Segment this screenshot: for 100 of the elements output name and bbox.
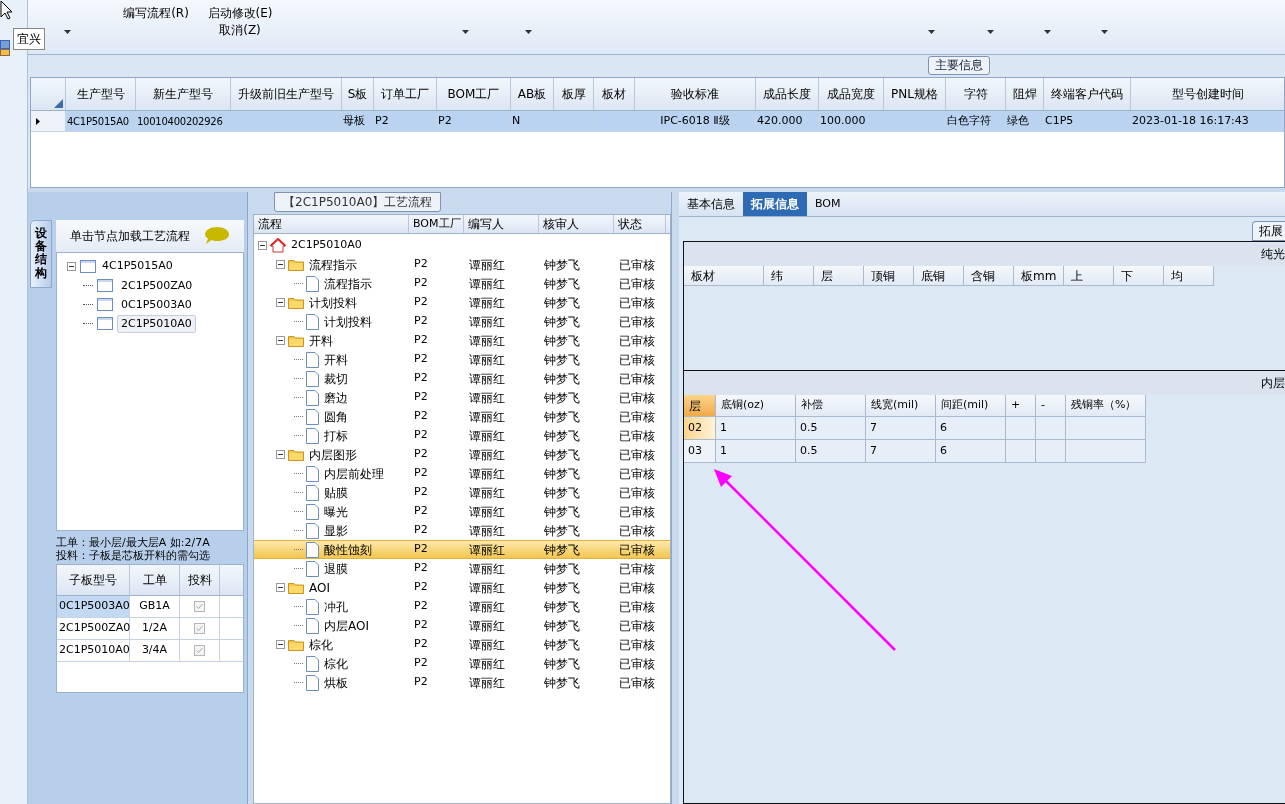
tree-row[interactable]: 贴膜 P2 谭丽红 钟梦飞 已审核 [254,483,670,502]
column-header[interactable]: 生产型号 [66,78,136,110]
tree-row[interactable]: 计划投料 P2 谭丽红 钟梦飞 已审核 [254,312,670,331]
row-header[interactable]: 03 [684,440,716,463]
tab[interactable]: BOM [807,192,849,216]
tree-row[interactable]: 裁切 P2 谭丽红 钟梦飞 已审核 [254,369,670,388]
tree-row[interactable]: 开料 P2 谭丽红 钟梦飞 已审核 [254,350,670,369]
column-header[interactable]: 补偿 [796,395,866,417]
column-header[interactable]: 线宽(mil) [866,395,936,417]
column-header[interactable]: 层 [814,266,864,286]
table-cell[interactable]: 0C1P5003A0 [57,596,130,617]
column-header[interactable]: 子板型号 [57,565,130,595]
tree-row[interactable]: 打标 P2 谭丽红 钟梦飞 已审核 [254,426,670,445]
column-header[interactable]: 成品长度 [756,78,819,110]
column-header[interactable]: 上 [1064,266,1114,286]
collapse-icon[interactable] [276,336,285,345]
table-row[interactable]: 4C1P5015A0 10010400202926 母板 P2 P2 N IPC-6018 Ⅱ级 420.000 100.000 白色字符 绿色 C1P5 2023-01-18 16:17:43 [31,111,1284,132]
column-header[interactable]: + [1006,395,1036,417]
column-header[interactable]: 成品宽度 [819,78,884,110]
column-header[interactable]: 新生产型号 [136,78,231,110]
tree-row[interactable]: 曝光 P2 谭丽红 钟梦飞 已审核 [254,502,670,521]
collapse-icon[interactable] [276,260,285,269]
tree-row[interactable]: 计划投料 P2 谭丽红 钟梦飞 已审核 [254,293,670,312]
column-header[interactable]: BOM工厂 [437,78,511,110]
column-header[interactable]: 纬 [764,266,814,286]
table-cell[interactable]: 2C1P5010A0 [57,640,130,661]
table-cell: 已审核 [619,466,655,481]
column-header[interactable]: 编写人 [464,215,539,233]
column-header[interactable]: 字符 [946,78,1006,110]
tree-node[interactable]: 0C1P5003A0 [117,295,196,314]
column-header[interactable]: 订单工厂 [374,78,437,110]
column-header[interactable]: 型号创建时间 [1131,78,1285,110]
column-header[interactable]: PNL规格 [884,78,946,110]
column-header[interactable]: 间距(mil) [936,395,1006,417]
tree-node-label: 曝光 [324,503,348,521]
tree-row[interactable]: 内层前处理 P2 谭丽红 钟梦飞 已审核 [254,464,670,483]
column-header[interactable]: 状态 [614,215,666,233]
tree-node[interactable]: 4C1P5015A0 [100,258,175,275]
column-header[interactable]: 阻焊 [1006,78,1044,110]
column-header[interactable]: 残铜率（%） [1066,395,1146,417]
column-header[interactable]: 板mm [1014,266,1064,286]
tree-row[interactable]: 棕化 P2 谭丽红 钟梦飞 已审核 [254,654,670,673]
table-cell: 6 [936,417,1006,440]
column-header[interactable]: 层 [684,395,716,417]
tree-row[interactable]: 退膜 P2 谭丽红 钟梦飞 已审核 [254,559,670,578]
column-header[interactable]: 底铜 [914,266,964,286]
column-header[interactable]: AB板 [511,78,554,110]
tree-row[interactable]: 棕化 P2 谭丽红 钟梦飞 已审核 [254,635,670,654]
toolbar-button[interactable]: 启动修改(E) 取消(Z) [198,0,282,40]
collapse-icon[interactable] [276,640,285,649]
tree-row[interactable]: 圆角 P2 谭丽红 钟梦飞 已审核 [254,407,670,426]
column-header[interactable]: 含铜 [964,266,1014,286]
column-header[interactable]: - [1036,395,1066,417]
collapse-icon[interactable] [67,262,76,271]
collapse-icon[interactable] [276,450,285,459]
tree-node[interactable]: 2C1P500ZA0 [117,276,197,295]
tree-row[interactable]: 酸性蚀刻 P2 谭丽红 钟梦飞 已审核 [254,540,670,559]
column-header[interactable]: 均 [1164,266,1214,286]
column-header[interactable]: S板 [342,78,374,110]
column-header[interactable]: 投料 [180,565,220,595]
folder-icon [288,581,304,594]
column-header[interactable]: 验收标准 [635,78,756,110]
column-header[interactable]: 下 [1114,266,1164,286]
table-cell-text: P2 [375,112,389,129]
table-cell: 钟梦飞 [544,314,580,329]
tree-row[interactable]: AOI P2 谭丽红 钟梦飞 已审核 [254,578,670,597]
tree-row[interactable]: 显影 P2 谭丽红 钟梦飞 已审核 [254,521,670,540]
table-cell: 钟梦飞 [544,295,580,310]
column-header[interactable]: 核审人 [539,215,614,233]
side-tab[interactable]: 拓展 [1252,221,1285,241]
table-cell: 已审核 [619,390,655,405]
row-header[interactable]: 02 [684,417,716,440]
column-header[interactable]: 板厚 [554,78,594,110]
collapse-icon[interactable] [258,241,267,250]
column-header[interactable]: 顶铜 [864,266,914,286]
tree-row[interactable]: 流程指示 P2 谭丽红 钟梦飞 已审核 [254,274,670,293]
tab[interactable]: 拓展信息 [743,192,807,216]
tree-row[interactable]: 烘板 P2 谭丽红 钟梦飞 已审核 [254,673,670,692]
column-header[interactable]: 工单 [130,565,180,595]
column-header[interactable]: BOM工厂 [409,215,464,233]
column-header[interactable]: 板材 [684,266,764,286]
vertical-tab[interactable]: 设备结构 [30,220,52,288]
tree-row[interactable]: 2C1P5010A0 [254,236,670,255]
tree-row[interactable]: 流程指示 P2 谭丽红 钟梦飞 已审核 [254,255,670,274]
tree-row[interactable]: 冲孔 P2 谭丽红 钟梦飞 已审核 [254,597,670,616]
tree-node[interactable]: 2C1P5010A0 [117,314,196,333]
tab[interactable]: 基本信息 [679,192,743,216]
toolbar-button[interactable]: 编写流程(R) [114,0,198,40]
column-header[interactable]: 升级前旧生产型号 [231,78,342,110]
column-header[interactable]: 板材 [594,78,635,110]
tree-row[interactable]: 内层图形 P2 谭丽红 钟梦飞 已审核 [254,445,670,464]
collapse-icon[interactable] [276,583,285,592]
table-cell[interactable]: 2C1P500ZA0 [57,618,130,639]
tree-row[interactable]: 内层AOI P2 谭丽红 钟梦飞 已审核 [254,616,670,635]
column-header[interactable]: 底铜(oz) [716,395,796,417]
collapse-icon[interactable] [276,298,285,307]
tree-row[interactable]: 开料 P2 谭丽红 钟梦飞 已审核 [254,331,670,350]
column-header[interactable]: 流程 [254,215,409,233]
tree-row[interactable]: 磨边 P2 谭丽红 钟梦飞 已审核 [254,388,670,407]
column-header[interactable]: 终端客户代码 [1044,78,1131,110]
